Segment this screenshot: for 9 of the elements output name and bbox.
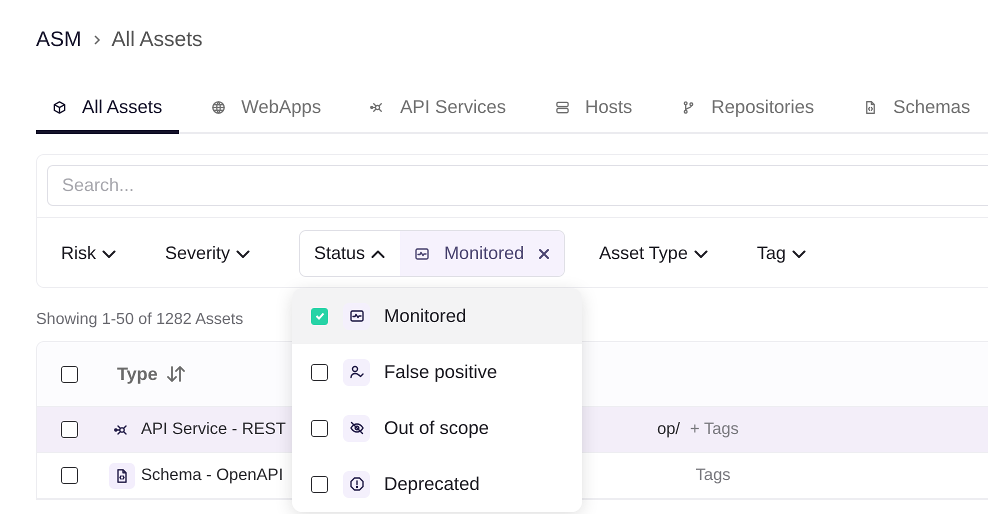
table-cell: Schema - OpenAPI (141, 466, 284, 485)
menu-item-label: Deprecated (384, 473, 480, 495)
table-cell: op/ (657, 420, 680, 439)
chip-label: Monitored (444, 243, 524, 264)
menu-item-label: Out of scope (384, 417, 489, 439)
menu-item-label: False positive (384, 361, 498, 383)
menu-item-label: Monitored (384, 305, 466, 327)
result-count: Showing 1-50 of 1282 Assets (36, 311, 244, 329)
table-cell: API Service - REST (141, 420, 286, 439)
